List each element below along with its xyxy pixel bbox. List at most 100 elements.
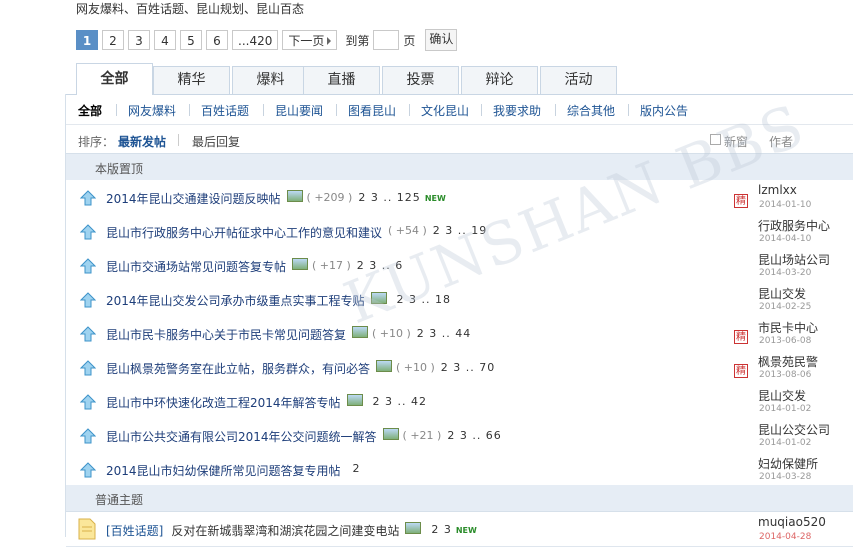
tab-6[interactable]: 辩论 bbox=[461, 66, 538, 94]
subnav-item-7[interactable]: 我要求助 bbox=[493, 102, 541, 119]
thread-title-link[interactable]: 2014年昆山交发公司承办市级重点实事工程专贴 bbox=[106, 292, 365, 309]
thread-page-links[interactable]: 2 3 .. 19 bbox=[433, 224, 487, 237]
thread-page-links[interactable]: 2 3 .. 125 bbox=[358, 191, 420, 204]
sort-latest-link[interactable]: 最新发帖 bbox=[118, 133, 166, 150]
thread-page-links[interactable]: 2 3 .. 6 bbox=[357, 259, 403, 272]
pinned-thread-row: 2014年昆山交通建设问题反映帖 ( +209 ) 2 3 .. 125 NEW 精 lz… bbox=[66, 180, 853, 215]
thread-title-link[interactable]: 2014年昆山交通建设问题反映帖 bbox=[106, 190, 281, 207]
thread-page-links[interactable]: 2 bbox=[353, 462, 361, 475]
subnav-divider bbox=[481, 104, 482, 116]
page-button-5[interactable]: 5 bbox=[180, 30, 202, 50]
thread-page-links[interactable]: 2 3 bbox=[431, 523, 452, 536]
thread-page-links[interactable]: 2 3 .. 66 bbox=[447, 429, 501, 442]
thread-page-links[interactable]: 2 3 .. 44 bbox=[417, 327, 471, 340]
thread-page-links[interactable]: 2 3 .. 42 bbox=[373, 395, 427, 408]
thread-title-link[interactable]: 昆山市中环快速化改造工程2014年解答专帖 bbox=[106, 394, 341, 411]
new-window-checkbox[interactable] bbox=[710, 134, 721, 145]
thread-author-link[interactable]: lzmlxx bbox=[758, 183, 797, 197]
thread-author-link[interactable]: 行政服务中心 bbox=[758, 217, 830, 234]
thread-page-links[interactable]: 2 3 .. 18 bbox=[397, 293, 451, 306]
goto-page-input[interactable] bbox=[373, 30, 400, 50]
pinned-thread-row: 昆山市交通场站常见问题答复专帖 ( +17 ) 2 3 .. 6 昆山场站公司 2014… bbox=[66, 248, 853, 283]
page-button-3[interactable]: 3 bbox=[128, 30, 150, 50]
subnav-item-8[interactable]: 综合其他 bbox=[567, 102, 615, 119]
thread-meta: 2 3 NEW bbox=[405, 522, 477, 536]
subnav-item-9[interactable]: 版内公告 bbox=[640, 102, 688, 119]
reply-increase-count: ( +54 ) bbox=[388, 224, 427, 237]
sort-bar: 排序： 最新发帖 最后回复 新窗 作者 bbox=[66, 125, 853, 154]
thread-title-link[interactable]: 昆山枫景苑警务室在此立帖，服务群众，有问必答 bbox=[106, 360, 370, 377]
page-button-1[interactable]: 1 bbox=[76, 30, 98, 50]
normal-thread-row: [百姓话题] 反对在新城翡翠湾和湖滨花园之间建变电站 2 3 NEW muqiao520… bbox=[66, 512, 853, 547]
page-button-2[interactable]: 2 bbox=[102, 30, 124, 50]
page-button-7[interactable]: ...420 bbox=[232, 30, 279, 50]
thread-author-link[interactable]: 枫景苑民警 bbox=[758, 353, 818, 370]
subnav-item-4[interactable]: 昆山要闻 bbox=[275, 102, 323, 119]
thread-title-link[interactable]: 反对在新城翡翠湾和湖滨花园之间建变电站 bbox=[171, 522, 399, 539]
image-attachment-icon bbox=[376, 360, 392, 372]
subnav-item-5[interactable]: 图看昆山 bbox=[348, 102, 396, 119]
triangle-right-icon bbox=[327, 37, 332, 45]
tab-4[interactable]: 直播 bbox=[303, 66, 380, 94]
thread-title-link[interactable]: 2014昆山市妇幼保健所常见问题答复专用帖 bbox=[106, 462, 341, 479]
pinned-thread-row: 昆山市公共交通有限公司2014年公交问题统一解答 ( +21 ) 2 3 .. 66… bbox=[66, 418, 853, 453]
thread-author-link[interactable]: 昆山交发 bbox=[758, 285, 806, 302]
thread-page-links[interactable]: 2 3 .. 70 bbox=[441, 361, 495, 374]
subnav-item-6[interactable]: 文化昆山 bbox=[421, 102, 469, 119]
page-button-4[interactable]: 4 bbox=[154, 30, 176, 50]
thread-up-arrow-icon bbox=[79, 428, 97, 447]
page-button-6[interactable]: 6 bbox=[206, 30, 228, 50]
thread-author-link[interactable]: 妇幼保健所 bbox=[758, 455, 818, 472]
thread-post-date: 2014-03-28 bbox=[759, 472, 812, 482]
thread-author-link[interactable]: 市民卡中心 bbox=[758, 319, 818, 336]
goto-suffix: 页 bbox=[403, 33, 416, 48]
new-window-label: 新窗 bbox=[724, 135, 749, 149]
goto-prefix: 到第 bbox=[345, 33, 370, 48]
thread-post-date: 2014-01-02 bbox=[759, 438, 812, 448]
new-badge: NEW bbox=[455, 526, 477, 535]
thread-type-tabs: 全部 精华 爆料 直播 投票 辩论 活动 bbox=[66, 63, 853, 95]
next-page-button[interactable]: 下一页 bbox=[282, 30, 338, 50]
sort-reply-link[interactable]: 最后回复 bbox=[192, 133, 240, 150]
pinned-thread-row: 昆山市中环快速化改造工程2014年解答专帖 2 3 .. 42 昆山交发 2014-0… bbox=[66, 384, 853, 419]
thread-post-date: 2013-08-06 bbox=[759, 370, 812, 380]
normal-section-label: 普通主题 bbox=[95, 493, 144, 507]
tab-3[interactable]: 爆料 bbox=[232, 66, 309, 94]
thread-meta: ( +17 ) 2 3 .. 6 bbox=[292, 258, 403, 272]
tab-1[interactable]: 全部 bbox=[76, 63, 153, 95]
thread-title-link[interactable]: 昆山市行政服务中心开帖征求中心工作的意见和建议 bbox=[106, 224, 382, 241]
thread-author-link[interactable]: 昆山公交公司 bbox=[758, 421, 830, 438]
thread-author-link[interactable]: 昆山场站公司 bbox=[758, 251, 830, 268]
pinned-thread-row: 2014昆山市妇幼保健所常见问题答复专用帖 2 妇幼保健所 2014-03-28 bbox=[66, 452, 853, 487]
subnav-item-1[interactable]: 全部 bbox=[78, 102, 102, 119]
thread-meta: ( +10 ) 2 3 .. 70 bbox=[376, 360, 495, 374]
thread-author-link[interactable]: muqiao520 bbox=[758, 515, 826, 529]
normal-section-header: 普通主题 bbox=[66, 485, 853, 512]
thread-title-link[interactable]: 昆山市交通场站常见问题答复专帖 bbox=[106, 258, 286, 275]
thread-title-link[interactable]: 昆山市公共交通有限公司2014年公交问题统一解答 bbox=[106, 428, 377, 445]
tab-2[interactable]: 精华 bbox=[153, 66, 230, 94]
subnav-divider bbox=[409, 104, 410, 116]
subnav-item-3[interactable]: 百姓话题 bbox=[201, 102, 249, 119]
thread-category-link[interactable]: [百姓话题] bbox=[106, 522, 163, 539]
thread-up-arrow-icon bbox=[79, 190, 97, 209]
subnav-divider bbox=[336, 104, 337, 116]
sort-divider bbox=[178, 134, 179, 146]
thread-title-link[interactable]: 昆山市民卡服务中心关于市民卡常见问题答复 bbox=[106, 326, 346, 343]
thread-meta: ( +21 ) 2 3 .. 66 bbox=[382, 428, 502, 442]
subnav-divider bbox=[628, 104, 629, 116]
image-attachment-icon bbox=[292, 258, 308, 270]
thread-up-arrow-icon bbox=[79, 224, 97, 243]
reply-increase-count: ( +209 ) bbox=[306, 191, 353, 204]
thread-post-date: 2014-01-10 bbox=[759, 200, 812, 210]
thread-up-arrow-icon bbox=[79, 292, 97, 311]
image-attachment-icon bbox=[346, 394, 363, 406]
thread-author-link[interactable]: 昆山交发 bbox=[758, 387, 806, 404]
tab-5[interactable]: 投票 bbox=[382, 66, 459, 94]
subnav-divider bbox=[555, 104, 556, 116]
tab-7[interactable]: 活动 bbox=[540, 66, 617, 94]
pagination: 1 2 3 4 5 6 ...420 下一页 到第 页确认 bbox=[76, 29, 458, 51]
confirm-button[interactable]: 确认 bbox=[425, 29, 458, 51]
reply-increase-count: ( +10 ) bbox=[372, 327, 411, 340]
subnav-item-2[interactable]: 网友爆料 bbox=[128, 102, 176, 119]
